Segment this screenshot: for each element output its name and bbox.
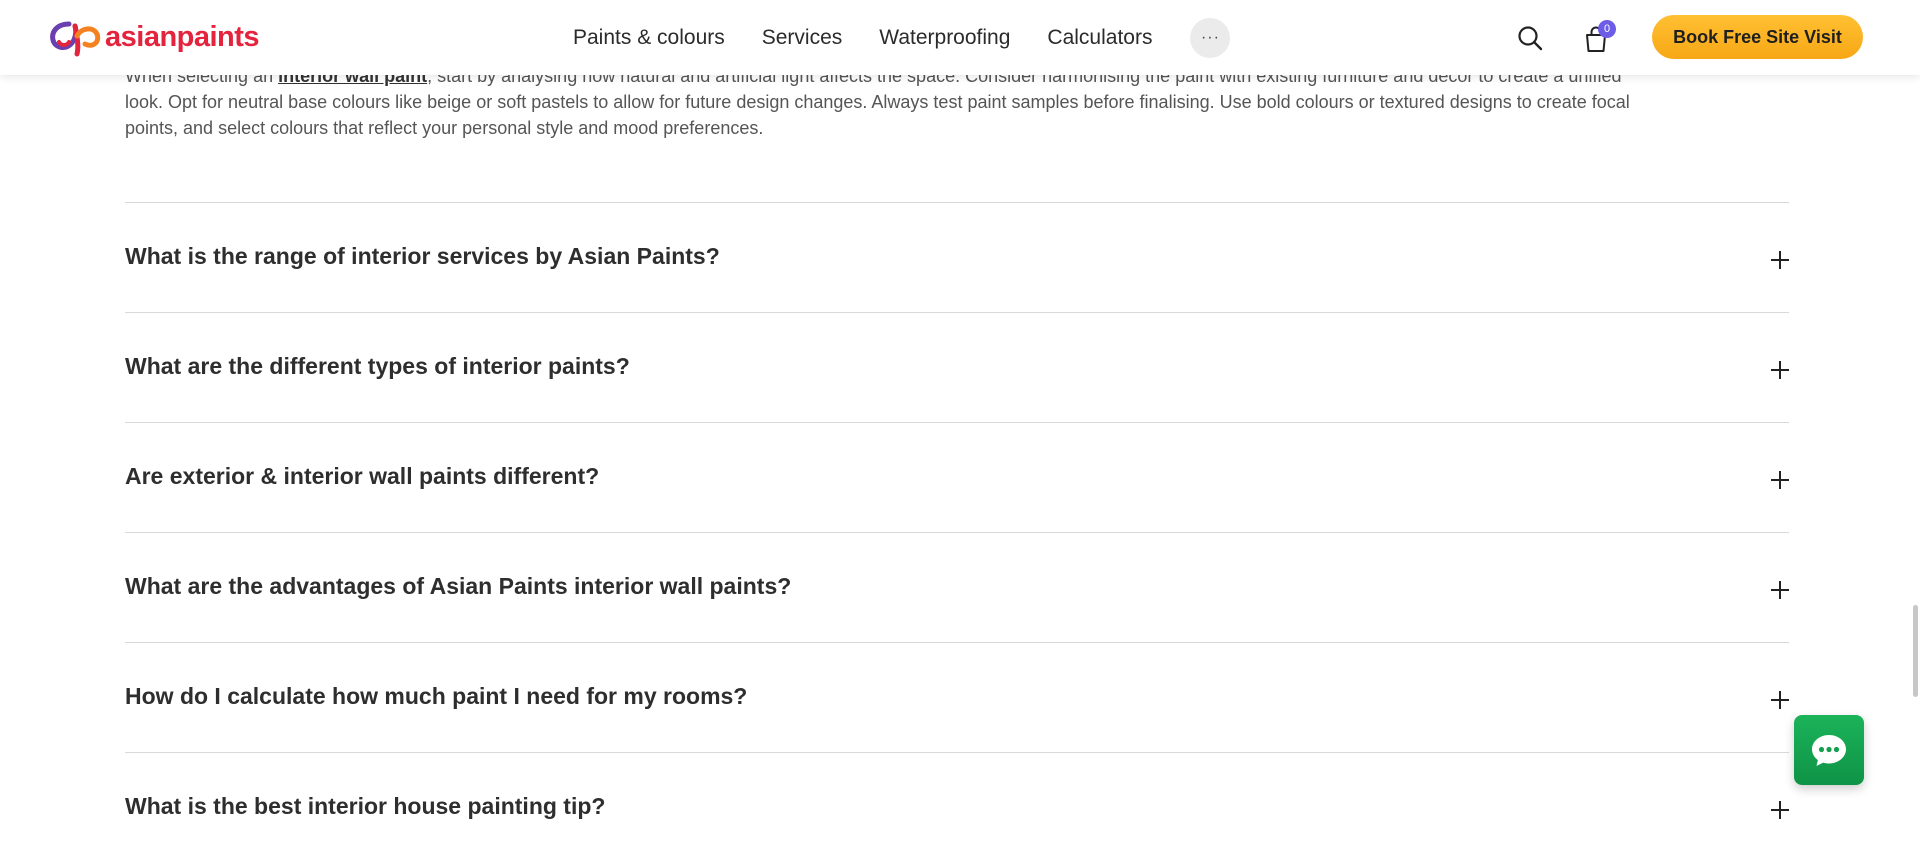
faq-question: Are exterior & interior wall paints diff… bbox=[125, 463, 600, 489]
plus-icon[interactable] bbox=[1771, 691, 1789, 709]
book-free-site-visit-button[interactable]: Book Free Site Visit bbox=[1652, 15, 1863, 59]
plus-icon[interactable] bbox=[1771, 581, 1789, 599]
chat-button[interactable] bbox=[1794, 715, 1864, 785]
nav-item-paints-colours[interactable]: Paints & colours bbox=[573, 26, 725, 50]
plus-icon[interactable] bbox=[1771, 361, 1789, 379]
plus-icon[interactable] bbox=[1771, 801, 1789, 819]
faq-question: What are the advantages of Asian Paints … bbox=[125, 573, 792, 599]
faq-question: What is the range of interior services b… bbox=[125, 243, 720, 269]
main-nav: Paints & colours Services Waterproofing … bbox=[573, 0, 1231, 75]
asianpaints-logo[interactable]: asianpaints bbox=[49, 16, 260, 58]
more-menu-button[interactable]: ··· bbox=[1190, 17, 1231, 58]
faq-item[interactable]: What are the different types of interior… bbox=[125, 312, 1789, 422]
page-scrollbar-thumb[interactable] bbox=[1913, 605, 1918, 697]
logo-mark-icon bbox=[50, 21, 101, 57]
nav-item-calculators[interactable]: Calculators bbox=[1047, 26, 1152, 50]
faq-item[interactable]: What are the advantages of Asian Paints … bbox=[125, 532, 1789, 642]
cart-count-badge: 0 bbox=[1598, 20, 1616, 38]
faq-item[interactable]: Are exterior & interior wall paints diff… bbox=[125, 422, 1789, 532]
faq-question: What are the different types of interior… bbox=[125, 353, 630, 379]
faq-list: What is the range of interior services b… bbox=[125, 202, 1789, 847]
plus-icon[interactable] bbox=[1771, 471, 1789, 489]
nav-item-waterproofing[interactable]: Waterproofing bbox=[879, 26, 1010, 50]
site-header: asianpaints Paints & colours Services Wa… bbox=[0, 0, 1920, 75]
chat-bubble-icon bbox=[1812, 735, 1846, 766]
plus-icon[interactable] bbox=[1771, 251, 1789, 269]
faq-question: What is the best interior house painting… bbox=[125, 793, 606, 819]
faq-item[interactable]: What is the range of interior services b… bbox=[125, 202, 1789, 312]
faq-question: How do I calculate how much paint I need… bbox=[125, 683, 748, 709]
faq-item[interactable]: How do I calculate how much paint I need… bbox=[125, 642, 1789, 752]
nav-item-services[interactable]: Services bbox=[762, 26, 843, 50]
search-icon[interactable] bbox=[1517, 25, 1543, 51]
logo-text: asianpaints bbox=[105, 20, 260, 53]
faq-item[interactable]: What is the best interior house painting… bbox=[125, 752, 1789, 847]
